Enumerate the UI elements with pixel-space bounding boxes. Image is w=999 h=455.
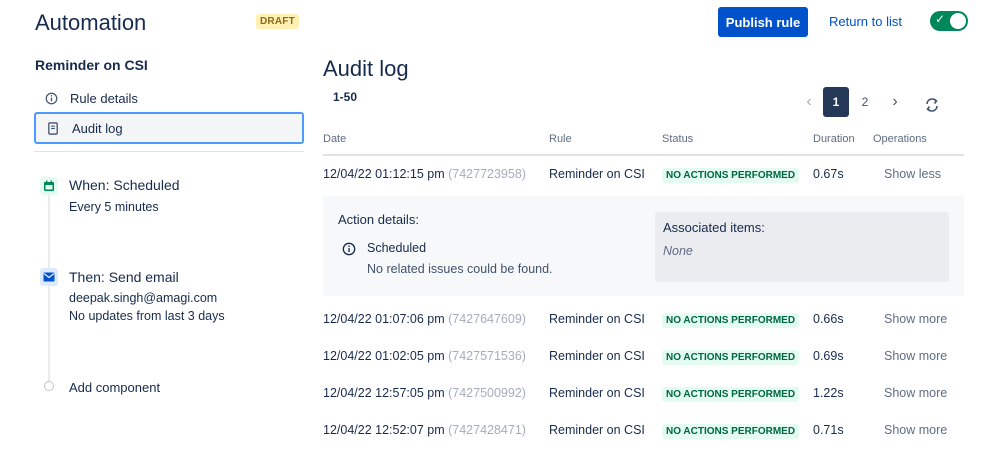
page-2-button[interactable]: 2 bbox=[855, 87, 875, 117]
row-rule: Reminder on CSI bbox=[549, 167, 645, 181]
table-row: 12/04/22 12:52:07 pm (7427428471) Remind… bbox=[323, 417, 964, 445]
status-badge: NO ACTIONS PERFORMED bbox=[662, 387, 800, 402]
row-execution-id: (7427571536) bbox=[448, 349, 526, 363]
associated-items-box: Associated items: None bbox=[655, 212, 949, 282]
add-component-dot bbox=[44, 381, 54, 391]
calendar-icon bbox=[40, 177, 58, 195]
status-badge: NO ACTIONS PERFORMED bbox=[662, 168, 800, 183]
show-more-button[interactable]: Show more bbox=[884, 312, 947, 326]
row-execution-id: (7427428471) bbox=[448, 423, 526, 437]
rule-name: Reminder on CSI bbox=[35, 57, 148, 73]
show-more-button[interactable]: Show more bbox=[884, 423, 947, 437]
sidebar-item-label: Rule details bbox=[70, 90, 138, 106]
rule-enabled-toggle[interactable]: ✓ bbox=[930, 11, 968, 31]
action-details-title: Action details: bbox=[338, 212, 419, 227]
chevron-left-icon[interactable]: ‹ bbox=[800, 87, 818, 117]
column-header-operations: Operations bbox=[873, 133, 927, 145]
show-less-button[interactable]: Show less bbox=[884, 167, 941, 181]
row-duration: 0.66s bbox=[813, 312, 844, 326]
row-date: 12/04/22 01:12:15 pm bbox=[323, 167, 445, 181]
page-1-button[interactable]: 1 bbox=[823, 87, 849, 117]
audit-log-title: Audit log bbox=[323, 56, 409, 81]
associated-items-title: Associated items: bbox=[663, 220, 765, 235]
sidebar-item-label: Audit log bbox=[72, 120, 123, 136]
mail-icon bbox=[40, 268, 58, 286]
check-icon: ✓ bbox=[935, 12, 946, 26]
row-execution-id: (7427723958) bbox=[448, 167, 526, 181]
trigger-title[interactable]: When: Scheduled bbox=[69, 177, 180, 193]
sidebar-item-audit-log[interactable]: Audit log bbox=[34, 112, 304, 144]
column-header-date: Date bbox=[323, 133, 347, 145]
action-details-panel: Action details: Scheduled No related iss… bbox=[323, 196, 964, 296]
action-name: Scheduled bbox=[367, 241, 427, 255]
row-duration: 0.69s bbox=[813, 349, 844, 363]
table-row: 12/04/22 01:02:05 pm (7427571536) Remind… bbox=[323, 343, 964, 371]
row-date: 12/04/22 01:02:05 pm bbox=[323, 349, 445, 363]
row-date: 12/04/22 12:57:05 pm bbox=[323, 386, 445, 400]
info-icon bbox=[342, 242, 356, 256]
row-date: 12/04/22 01:07:06 pm bbox=[323, 312, 445, 326]
document-icon bbox=[46, 121, 60, 135]
action-recipient: deepak.singh@amagi.com bbox=[69, 291, 218, 305]
row-duration: 0.67s bbox=[813, 167, 844, 181]
info-icon bbox=[44, 91, 58, 105]
column-header-rule: Rule bbox=[549, 133, 572, 145]
row-date: 12/04/22 12:52:07 pm bbox=[323, 423, 445, 437]
row-rule: Reminder on CSI bbox=[549, 349, 645, 363]
table-header-divider bbox=[323, 154, 964, 156]
refresh-icon[interactable] bbox=[922, 95, 942, 115]
sidebar-divider bbox=[34, 151, 304, 152]
show-more-button[interactable]: Show more bbox=[884, 386, 947, 400]
action-title[interactable]: Then: Send email bbox=[69, 269, 179, 285]
row-execution-id: (7427647609) bbox=[448, 312, 526, 326]
publish-rule-button[interactable]: Publish rule bbox=[718, 7, 808, 37]
chevron-right-icon[interactable]: › bbox=[886, 87, 904, 117]
table-row: 12/04/22 12:57:05 pm (7427500992) Remind… bbox=[323, 380, 964, 408]
sidebar-item-rule-details[interactable]: Rule details bbox=[34, 82, 304, 114]
timeline-connector bbox=[48, 190, 50, 385]
toggle-knob bbox=[950, 13, 966, 29]
row-rule: Reminder on CSI bbox=[549, 386, 645, 400]
status-badge: NO ACTIONS PERFORMED bbox=[662, 350, 800, 365]
column-header-duration: Duration bbox=[813, 133, 855, 145]
show-more-button[interactable]: Show more bbox=[884, 349, 947, 363]
row-duration: 1.22s bbox=[813, 386, 844, 400]
row-rule: Reminder on CSI bbox=[549, 423, 645, 437]
row-duration: 0.71s bbox=[813, 423, 844, 437]
add-component-link[interactable]: Add component bbox=[69, 380, 160, 395]
table-row: 12/04/22 01:12:15 pm (7427723958) Remind… bbox=[323, 161, 964, 189]
action-subject: No updates from last 3 days bbox=[69, 309, 225, 323]
row-execution-id: (7427500992) bbox=[448, 386, 526, 400]
result-range: 1-50 bbox=[333, 90, 358, 104]
status-badge: NO ACTIONS PERFORMED bbox=[662, 424, 800, 439]
associated-items-value: None bbox=[663, 244, 693, 258]
return-to-list-link[interactable]: Return to list bbox=[829, 14, 902, 29]
action-note: No related issues could be found. bbox=[367, 262, 553, 276]
status-badge: NO ACTIONS PERFORMED bbox=[662, 313, 800, 328]
table-row: 12/04/22 01:07:06 pm (7427647609) Remind… bbox=[323, 306, 964, 334]
draft-badge: DRAFT bbox=[256, 14, 299, 29]
page-title: Automation bbox=[35, 10, 147, 35]
column-header-status: Status bbox=[662, 133, 694, 145]
row-rule: Reminder on CSI bbox=[549, 312, 645, 326]
trigger-schedule: Every 5 minutes bbox=[69, 200, 159, 214]
